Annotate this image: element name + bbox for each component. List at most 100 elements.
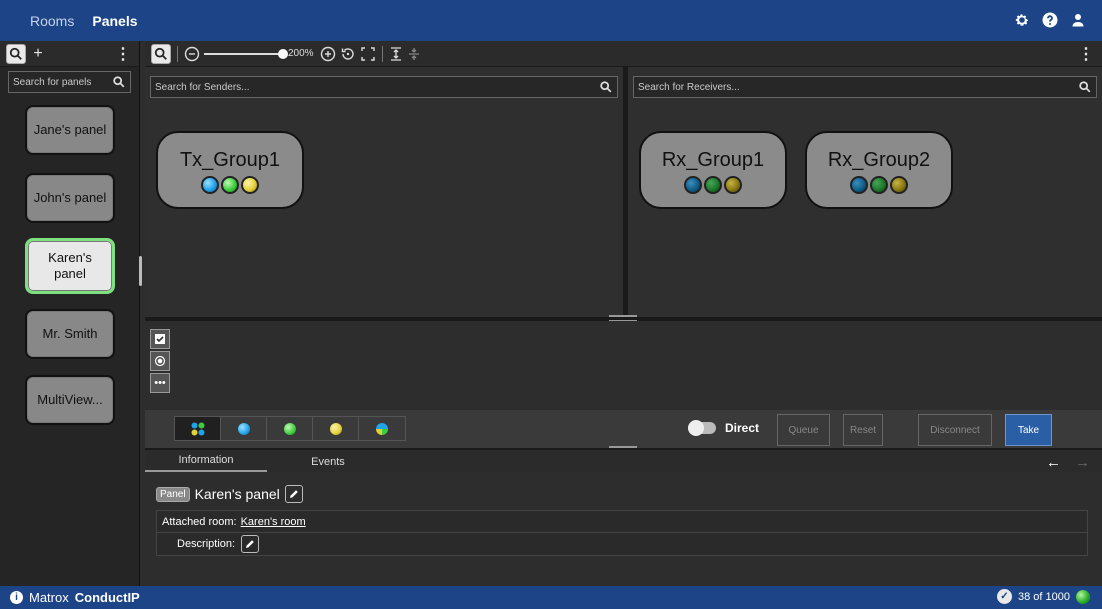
edit-title-button[interactable] [284, 485, 303, 503]
receiver-group-rx-group1[interactable]: Rx_Group1 [639, 131, 787, 209]
fit-to-screen-icon[interactable] [360, 46, 376, 62]
video-status-led [850, 176, 868, 194]
data-status-led [241, 176, 259, 194]
more-options-icon[interactable]: ••• [150, 373, 170, 393]
view-tools: ••• [150, 329, 170, 393]
direct-toggle[interactable] [688, 420, 716, 436]
audio-status-led [704, 176, 722, 194]
panel-card-label: John's panel [33, 190, 107, 205]
toolbar-separator [381, 45, 383, 62]
tab-rooms[interactable]: Rooms [30, 13, 74, 29]
tab-events[interactable]: Events [267, 456, 389, 472]
info-icon[interactable]: i [10, 591, 23, 604]
sidebar-toolbar: + ⋮ [0, 41, 139, 67]
filter-mixed-button[interactable] [359, 417, 405, 440]
audio-dot-icon [283, 422, 296, 435]
filter-video-button[interactable] [221, 417, 267, 440]
reset-zoom-icon[interactable] [340, 46, 356, 62]
reset-button[interactable]: Reset [843, 414, 883, 446]
radio-view-icon[interactable] [150, 351, 170, 371]
panel-card-label: Jane's panel [33, 122, 107, 137]
sender-group-tx-group1[interactable]: Tx_Group1 [156, 131, 304, 209]
video-dot-icon [237, 422, 250, 435]
filter-audio-button[interactable] [267, 417, 313, 440]
receivers-search-input[interactable] [638, 81, 1078, 93]
panel-card-john[interactable]: John's panel [25, 173, 115, 223]
panel-card-mr-smith[interactable]: Mr. Smith [25, 309, 115, 359]
information-panel: Information Events ← → Panel Karen's pan… [145, 450, 1102, 586]
senders-search-box [150, 76, 618, 98]
panels-sidebar: + ⋮ Jane's panel John's panel Karen's pa… [0, 41, 140, 586]
license-count: 38 of 1000 [1018, 590, 1070, 603]
panel-search-input[interactable] [13, 76, 112, 88]
zoom-in-icon[interactable] [320, 46, 336, 62]
all-signals-icon [191, 422, 204, 435]
search-icon[interactable] [112, 75, 126, 89]
info-tabs: Information Events [145, 450, 1102, 472]
pencil-icon [289, 490, 298, 498]
senders-pane: Tx_Group1 [145, 67, 623, 317]
info-header: Panel Karen's panel [156, 485, 303, 503]
tab-panels[interactable]: Panels [92, 13, 137, 29]
video-status-led [684, 176, 702, 194]
filter-data-button[interactable] [313, 417, 359, 440]
user-icon[interactable] [1070, 12, 1086, 28]
add-panel-icon[interactable]: + [28, 44, 48, 64]
panel-card-karen[interactable]: Karen's panel [25, 238, 115, 294]
search-toggle-icon[interactable] [151, 43, 171, 64]
gear-icon[interactable] [1014, 12, 1030, 28]
attached-room-row: Attached room: Karen's room [157, 511, 1087, 533]
sidebar-menu-icon[interactable]: ⋮ [113, 44, 133, 64]
senders-search-input[interactable] [155, 81, 599, 93]
action-bar: Direct Queue Reset Disconnect Take [145, 410, 1102, 448]
brand: i Matrox ConductIP [10, 590, 140, 605]
splitter-grip[interactable] [609, 446, 637, 448]
checklist-icon[interactable] [150, 329, 170, 349]
receivers-search-box [633, 76, 1097, 98]
zoom-slider[interactable] [204, 48, 288, 60]
group-status-leds [641, 176, 785, 194]
take-button[interactable]: Take [1005, 414, 1052, 446]
sidebar-resize-handle[interactable] [139, 256, 142, 286]
queue-button[interactable]: Queue [777, 414, 830, 446]
arrow-right-icon[interactable]: → [1075, 454, 1090, 471]
description-label: Description: [177, 538, 236, 550]
search-toggle-icon[interactable] [6, 43, 26, 64]
top-right-icons [1014, 12, 1086, 28]
splitter-grip[interactable] [609, 315, 637, 317]
group-title: Rx_Group2 [827, 149, 931, 171]
attached-room-label: Attached room: [162, 515, 237, 528]
group-title: Rx_Group1 [661, 149, 765, 171]
disconnect-button[interactable]: Disconnect [918, 414, 992, 446]
search-icon[interactable] [1078, 80, 1092, 94]
help-icon[interactable] [1042, 12, 1058, 28]
expand-vertical-icon[interactable] [389, 46, 403, 62]
connection-status-led [1076, 589, 1090, 604]
tab-information[interactable]: Information [145, 454, 267, 472]
collapse-vertical-icon[interactable] [407, 46, 421, 62]
zoom-level: 200% [288, 48, 314, 59]
attached-room-link[interactable]: Karen's room [241, 516, 306, 528]
app: Rooms Panels + ⋮ Jane's panel John's pan… [0, 0, 1102, 609]
mixed-signal-icon [376, 422, 388, 435]
audio-status-led [221, 176, 239, 194]
edit-description-button[interactable] [241, 535, 260, 553]
description-row: Description: [157, 533, 1087, 555]
signal-filter-bar [174, 416, 406, 441]
zoom-out-icon[interactable] [184, 46, 200, 62]
receiver-group-rx-group2[interactable]: Rx_Group2 [805, 131, 953, 209]
panel-card-jane[interactable]: Jane's panel [25, 105, 115, 155]
main-menu-icon[interactable]: ⋮ [1076, 44, 1096, 64]
details-table: Attached room: Karen's room Description: [156, 510, 1088, 556]
filter-all-button[interactable] [175, 417, 221, 440]
panel-card-multiview[interactable]: MultiView... [25, 375, 115, 425]
audio-status-led [870, 176, 888, 194]
arrow-left-icon[interactable]: ← [1046, 454, 1061, 471]
zoom-slider-thumb[interactable] [278, 48, 288, 59]
info-title: Karen's panel [194, 486, 280, 502]
connection-workspace: ••• [145, 321, 1102, 410]
search-icon[interactable] [599, 80, 613, 94]
direct-label: Direct [725, 421, 760, 435]
toolbar-separator [177, 45, 178, 62]
history-nav: ← → [1046, 454, 1090, 471]
